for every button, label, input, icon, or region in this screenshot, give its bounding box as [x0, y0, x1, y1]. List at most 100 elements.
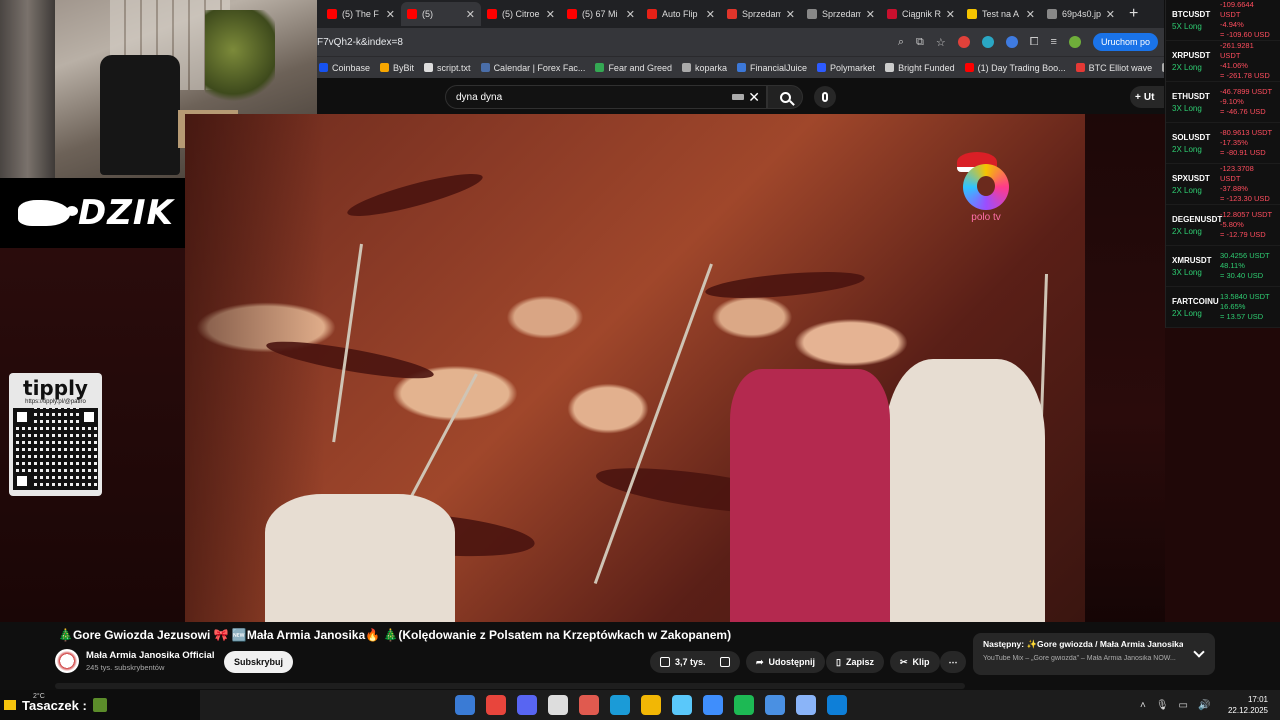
close-tab-icon[interactable]: ✕	[466, 8, 475, 21]
taskbar-app-icon[interactable]	[455, 695, 475, 715]
close-tab-icon[interactable]: ✕	[866, 8, 875, 21]
extension-icon[interactable]	[957, 36, 970, 48]
browser-tab[interactable]: Sprzedam ✕	[721, 2, 801, 26]
share-button[interactable]: ➦ Udostępnij	[746, 651, 826, 673]
taskbar-app-icon[interactable]	[641, 695, 661, 715]
browser-tab[interactable]: Test na A ✕	[961, 2, 1041, 26]
taskbar-app-icon[interactable]	[579, 695, 599, 715]
chevron-up-icon[interactable]: ˄	[1140, 700, 1146, 711]
search-button[interactable]	[767, 85, 803, 109]
taskbar-app-icon[interactable]	[703, 695, 723, 715]
taskbar-app-icon[interactable]	[610, 695, 630, 715]
crypto-position-row[interactable]: ETHUSDT 3X Long -46.7899 USDT -9.10% = -46.7…	[1166, 82, 1280, 123]
more-actions-button[interactable]: ⋯	[940, 651, 966, 673]
crypto-position-row[interactable]: FARTCOINU 2X Long 13.5840 USDT 16.65% = 13.5…	[1166, 287, 1280, 328]
profile-avatar[interactable]	[1068, 36, 1081, 48]
crypto-pnl: -46.7899 USDT -9.10% = -46.76 USD	[1220, 87, 1274, 117]
close-tab-icon[interactable]: ✕	[1026, 8, 1035, 21]
browser-tab[interactable]: Auto Flip ✕	[641, 2, 721, 26]
dislike-button[interactable]	[710, 651, 740, 673]
crypto-position-row[interactable]: XMRUSDT 3X Long 30.4256 USDT 48.11% = 30.40 …	[1166, 246, 1280, 287]
taskbar-app-icon[interactable]	[765, 695, 785, 715]
channel-avatar[interactable]	[55, 649, 79, 673]
close-tab-icon[interactable]: ✕	[706, 8, 715, 21]
clear-search-icon[interactable]: ✕	[748, 89, 760, 106]
save-button[interactable]: ▯ Zapisz	[826, 651, 884, 673]
violin	[704, 267, 866, 303]
bookmark-label: Calendar | Forex Fac...	[493, 62, 586, 73]
crypto-pnl-percent: -4.94%	[1220, 20, 1244, 29]
taskbar-app-icon[interactable]	[827, 695, 847, 715]
crypto-position-row[interactable]: BTCUSDT 5X Long -109.6644 USDT -4.94% = -109…	[1166, 0, 1280, 41]
display-icon[interactable]: ▭	[1179, 700, 1188, 711]
horizontal-scrollbar[interactable]	[55, 683, 965, 689]
crypto-position-row[interactable]: XRPUSDT 2X Long -261.9281 USDT -41.06% = -26…	[1166, 41, 1280, 82]
volume-icon[interactable]: 🔊	[1198, 700, 1210, 711]
close-tab-icon[interactable]: ✕	[786, 8, 795, 21]
bookmarks-bar: Coinbase ByBit script.txt Calendar | Forex …	[317, 56, 1164, 78]
bookmark-item[interactable]: ByBit	[380, 63, 414, 73]
taskbar-app-icon[interactable]	[672, 695, 692, 715]
create-button[interactable]: + Ut	[1130, 86, 1164, 108]
voice-search-button[interactable]	[814, 86, 836, 108]
puzzle-icon[interactable]: ⧠	[1030, 36, 1039, 49]
bookmark-item[interactable]: (1) Day Trading Boo...	[964, 63, 1066, 73]
chevron-down-icon[interactable]	[1193, 646, 1205, 658]
qr-code	[13, 408, 98, 490]
extension-icon[interactable]	[981, 36, 994, 48]
bookmark-item[interactable]: script.txt	[424, 63, 471, 73]
relaunch-button[interactable]: Uruchom po	[1092, 33, 1158, 51]
browser-tab[interactable]: (5) The F ✕	[321, 2, 401, 26]
taskbar-app-icon[interactable]	[548, 695, 568, 715]
browser-tab[interactable]: Sprzedam ✕	[801, 2, 881, 26]
browser-tab[interactable]: (5) 67 Mi ✕	[561, 2, 641, 26]
browser-tab[interactable]: 69p4s0.jp ✕	[1041, 2, 1121, 26]
weather-temperature: 2°C	[33, 693, 45, 700]
bookmark-item[interactable]: palcówka	[1162, 63, 1164, 73]
browser-tab[interactable]: (5) Citroe ✕	[481, 2, 561, 26]
bookmark-item[interactable]: Polymarket	[817, 63, 875, 73]
taskbar-app-icon[interactable]	[796, 695, 816, 715]
bookmark-item[interactable]: Calendar | Forex Fac...	[480, 62, 586, 73]
url-field[interactable]: F7vQh2-k&index=8	[317, 37, 898, 48]
subscribe-button[interactable]: Subskrybuj	[224, 651, 294, 673]
close-tab-icon[interactable]: ✕	[946, 8, 955, 21]
close-tab-icon[interactable]: ✕	[386, 8, 395, 21]
browser-tab[interactable]: (5) ✕	[401, 2, 481, 26]
cast-icon[interactable]: ⧉	[916, 36, 924, 49]
bookmark-item[interactable]: Bright Funded	[885, 63, 955, 73]
clock[interactable]: 17:01 22.12.2025	[1228, 694, 1268, 716]
mic-icon[interactable]: 🎙	[1156, 700, 1169, 711]
bookmark-item[interactable]: Fear and Greed	[595, 63, 672, 73]
bookmark-item[interactable]: BTC Elliot wave	[1075, 63, 1152, 73]
video-player[interactable]: polo tv	[185, 114, 1085, 622]
next-video-card[interactable]: Następny: ✨Gore gwiozda / Mała Armia Jan…	[973, 633, 1215, 675]
bookmark-item[interactable]: koparka	[681, 63, 727, 73]
gaming-chair	[100, 55, 180, 175]
tab-favicon-icon	[1047, 9, 1057, 19]
clip-button[interactable]: ✂ Klip	[890, 651, 940, 673]
zoom-icon[interactable]: ⌕	[898, 36, 904, 49]
browser-tab[interactable]: Ciągnik R ✕	[881, 2, 961, 26]
close-tab-icon[interactable]: ✕	[546, 8, 555, 21]
extension-icon[interactable]	[1005, 36, 1018, 48]
crypto-position-row[interactable]: SOLUSDT 2X Long -80.9613 USDT -17.35% = -80.…	[1166, 123, 1280, 164]
like-button[interactable]: 3,7 tys.	[650, 651, 714, 673]
crypto-position-row[interactable]: DEGENUSDT 2X Long -12.8057 USDT -5.80% = -12…	[1166, 205, 1280, 246]
browser-tab-bar: (5) The F ✕ (5) ✕ (5) Citroe ✕ (5) 67 Mi ✕ Auto …	[317, 0, 1164, 28]
close-tab-icon[interactable]: ✕	[1106, 8, 1115, 21]
close-tab-icon[interactable]: ✕	[626, 8, 635, 21]
search-input[interactable]: dyna dyna ✕	[445, 85, 767, 109]
crypto-position-row[interactable]: SPXUSDT 2X Long -123.3708 USDT -37.88% = -12…	[1166, 164, 1280, 205]
bookmark-star-icon[interactable]: ☆	[936, 36, 946, 49]
media-list-icon[interactable]: ≡	[1051, 36, 1057, 48]
taskbar-app-icon[interactable]	[517, 695, 537, 715]
bookmark-item[interactable]: Coinbase	[319, 63, 370, 73]
bookmark-item[interactable]: FinancialJuice	[737, 63, 807, 73]
taskbar-app-icon[interactable]	[486, 695, 506, 715]
channel-name[interactable]: Mała Armia Janosika Official	[86, 650, 214, 661]
crypto-pnl: 13.5840 USDT 16.65% = 13.57 USD	[1220, 292, 1274, 322]
new-tab-icon[interactable]: +	[1121, 5, 1146, 23]
taskbar-app-icon[interactable]	[734, 695, 754, 715]
keyboard-icon[interactable]	[732, 94, 744, 100]
